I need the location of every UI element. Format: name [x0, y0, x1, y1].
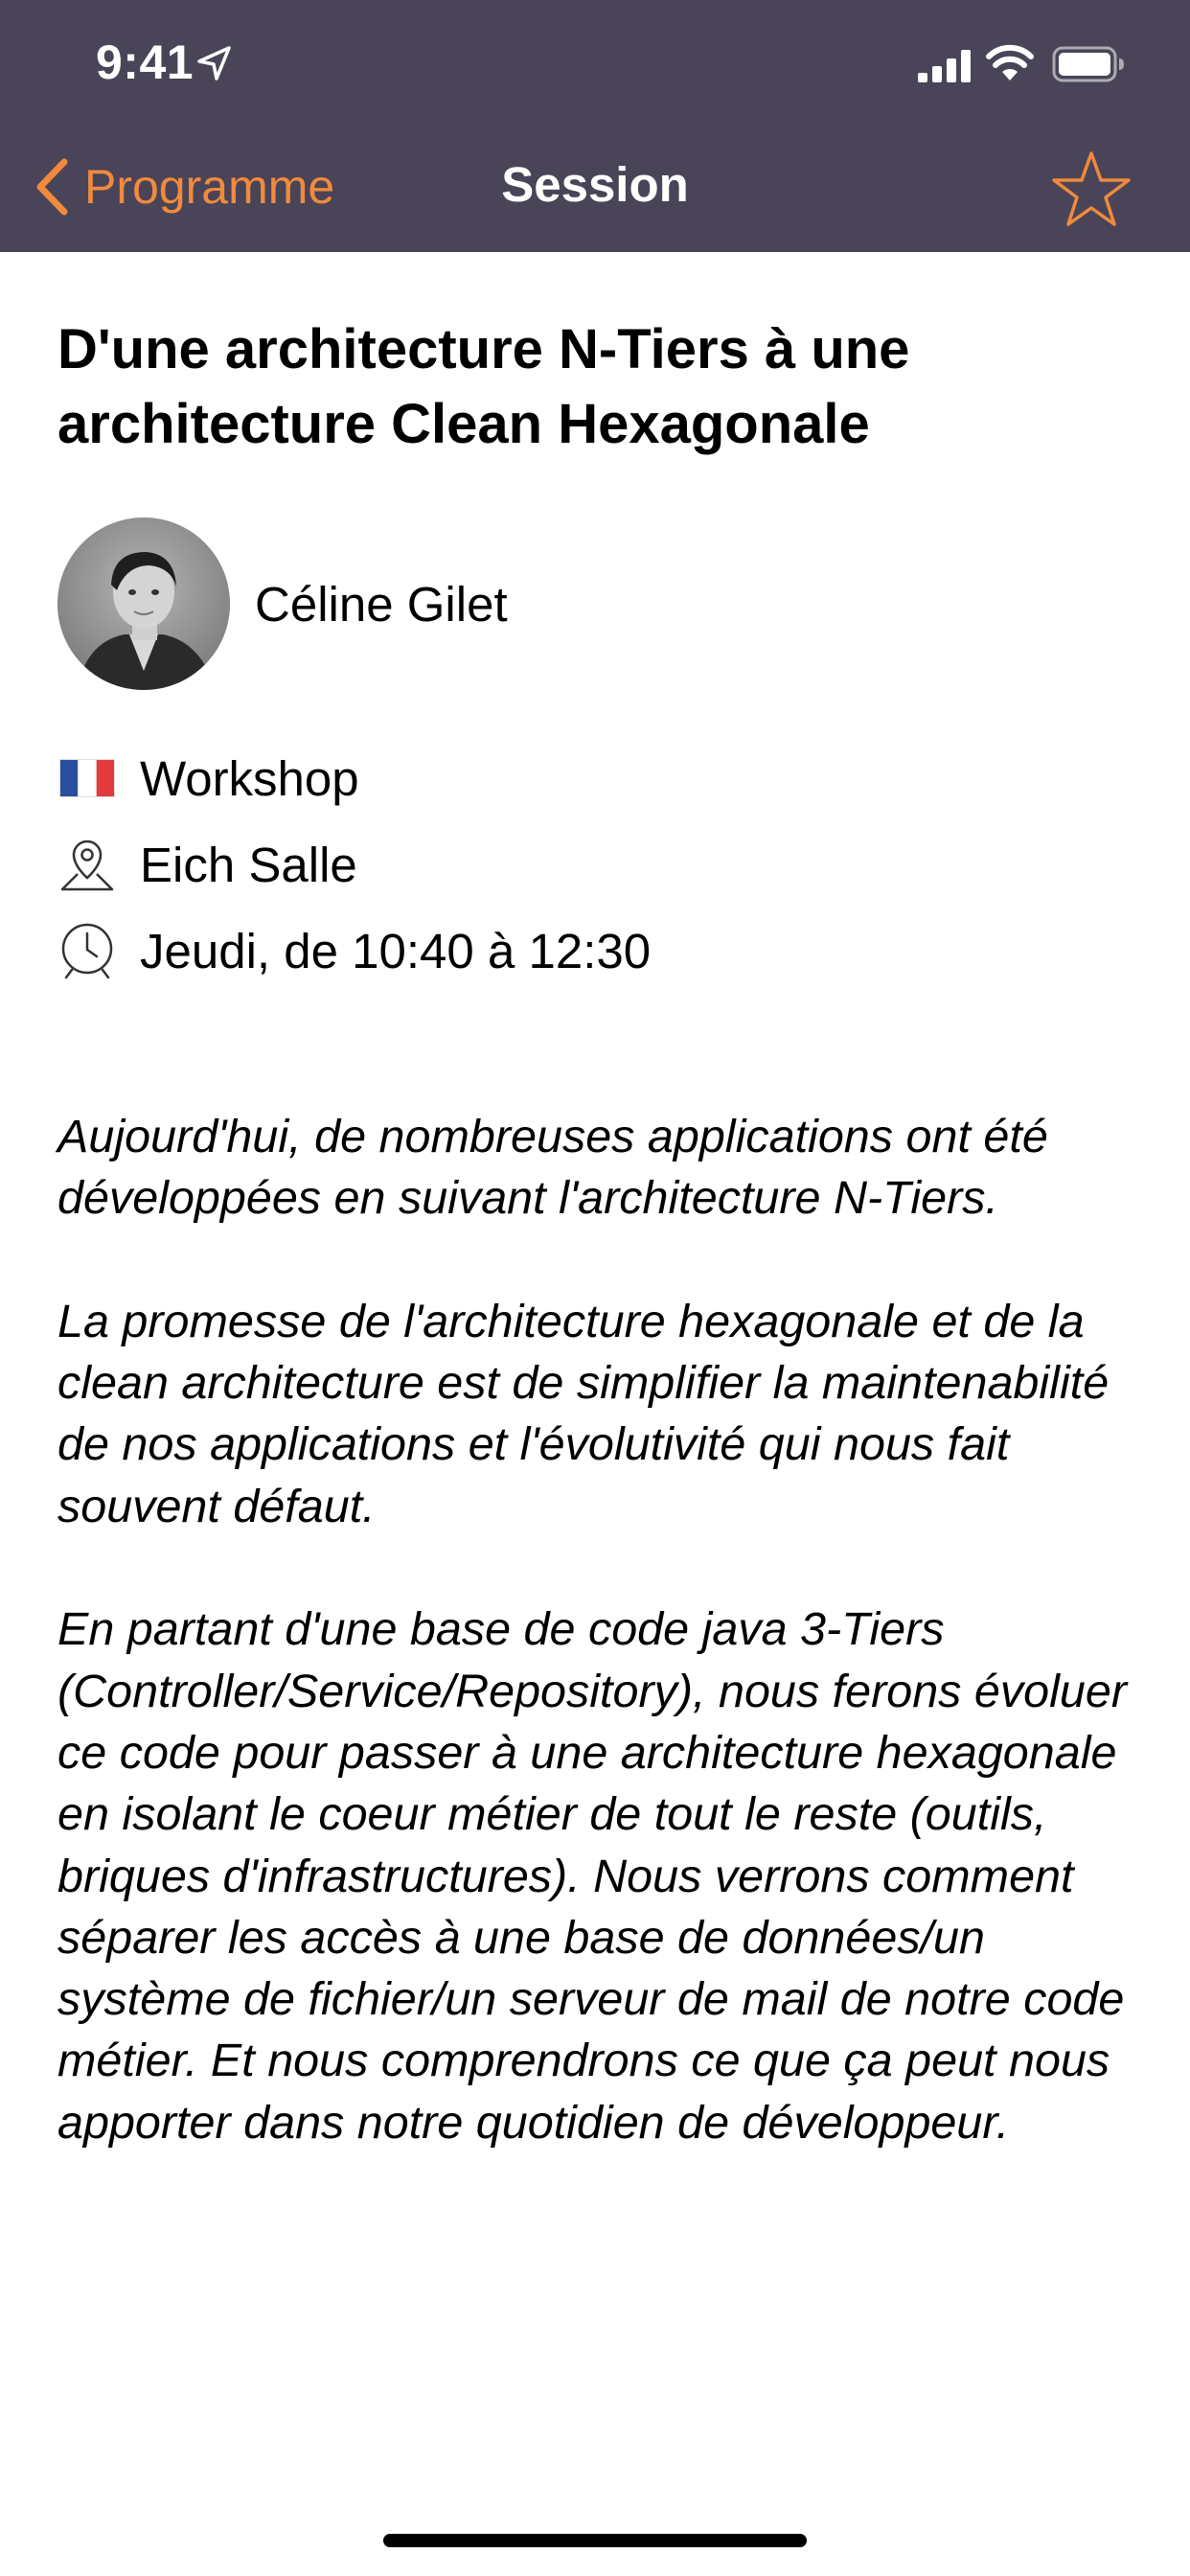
session-screen: 9:41 Programme Session D'une architectur…	[0, 0, 1190, 2576]
avatar-photo	[57, 518, 230, 690]
time-row: Jeudi, de 10:40 à 12:30	[57, 917, 651, 984]
session-time: Jeudi, de 10:40 à 12:30	[140, 923, 652, 978]
description-paragraph: Aujourd'hui, de nombreuses applications …	[57, 1111, 1048, 1225]
speaker-name: Céline Gilet	[255, 576, 508, 632]
session-format: Workshop	[140, 750, 359, 806]
speaker-row[interactable]: Céline Gilet	[57, 518, 508, 690]
star-outline-icon[interactable]	[1050, 150, 1133, 228]
location-arrow-icon	[197, 46, 231, 80]
description-paragraph: En partant d'une base de code java 3-Tie…	[57, 1603, 1127, 2149]
french-flag-icon	[57, 748, 117, 808]
session-title: D'une architecture N-Tiers à une archite…	[57, 318, 910, 455]
description-paragraph: La promesse de l'architecture hexagonale…	[57, 1295, 1110, 1532]
format-row: Workshop	[57, 745, 359, 812]
battery-icon	[1052, 46, 1124, 82]
clock-icon	[57, 921, 117, 980]
wifi-icon	[986, 44, 1034, 80]
home-indicator[interactable]	[383, 2534, 807, 2547]
navigation-bar: 9:41 Programme Session	[0, 0, 1190, 252]
session-description: Aujourd'hui, de nombreuses applications …	[57, 1106, 1140, 2215]
cellular-signal-icon	[918, 50, 971, 82]
status-time: 9:41	[96, 35, 195, 89]
map-pin-icon	[57, 835, 117, 894]
session-room: Eich Salle	[140, 837, 357, 892]
speaker-avatar	[57, 518, 230, 690]
room-row: Eich Salle	[57, 831, 357, 898]
nav-title: Session	[501, 157, 689, 212]
